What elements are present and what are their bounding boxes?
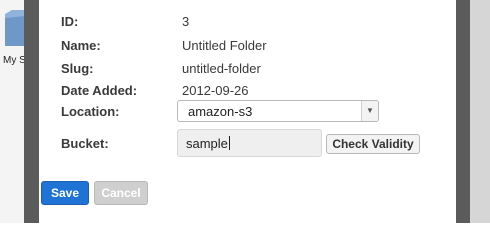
check-validity-button[interactable]: Check Validity: [326, 134, 420, 154]
name-label: Name:: [61, 38, 101, 53]
slug-value: untitled-folder: [182, 61, 261, 76]
background-area: [470, 0, 490, 223]
location-label: Location:: [61, 104, 120, 119]
date-added-value: 2012-09-26: [182, 83, 249, 98]
cancel-button[interactable]: Cancel: [94, 181, 148, 205]
text-caret: [228, 136, 230, 150]
slug-label: Slug:: [61, 61, 94, 76]
name-value: Untitled Folder: [182, 38, 267, 53]
dialog-frame-left: [24, 0, 39, 223]
chevron-down-icon[interactable]: ▼: [361, 101, 378, 121]
location-select[interactable]: amazon-s3 ▼: [177, 100, 379, 122]
id-label: ID:: [61, 14, 79, 29]
edit-folder-dialog: ID: 3 Name: Untitled Folder Slug: untitl…: [39, 0, 456, 223]
date-added-label: Date Added:: [61, 83, 138, 98]
desktop-item-label[interactable]: My Sam: [3, 55, 24, 66]
id-value: 3: [182, 14, 190, 29]
save-button[interactable]: Save: [41, 181, 89, 205]
bucket-input-value: sample: [186, 136, 228, 151]
desktop-area: My Sam: [0, 0, 25, 223]
bucket-label: Bucket:: [61, 136, 109, 151]
bucket-input[interactable]: sample: [177, 129, 322, 157]
dialog-frame-right: [456, 0, 470, 223]
folder-icon[interactable]: [5, 10, 25, 46]
location-selected-value: amazon-s3: [188, 104, 253, 119]
